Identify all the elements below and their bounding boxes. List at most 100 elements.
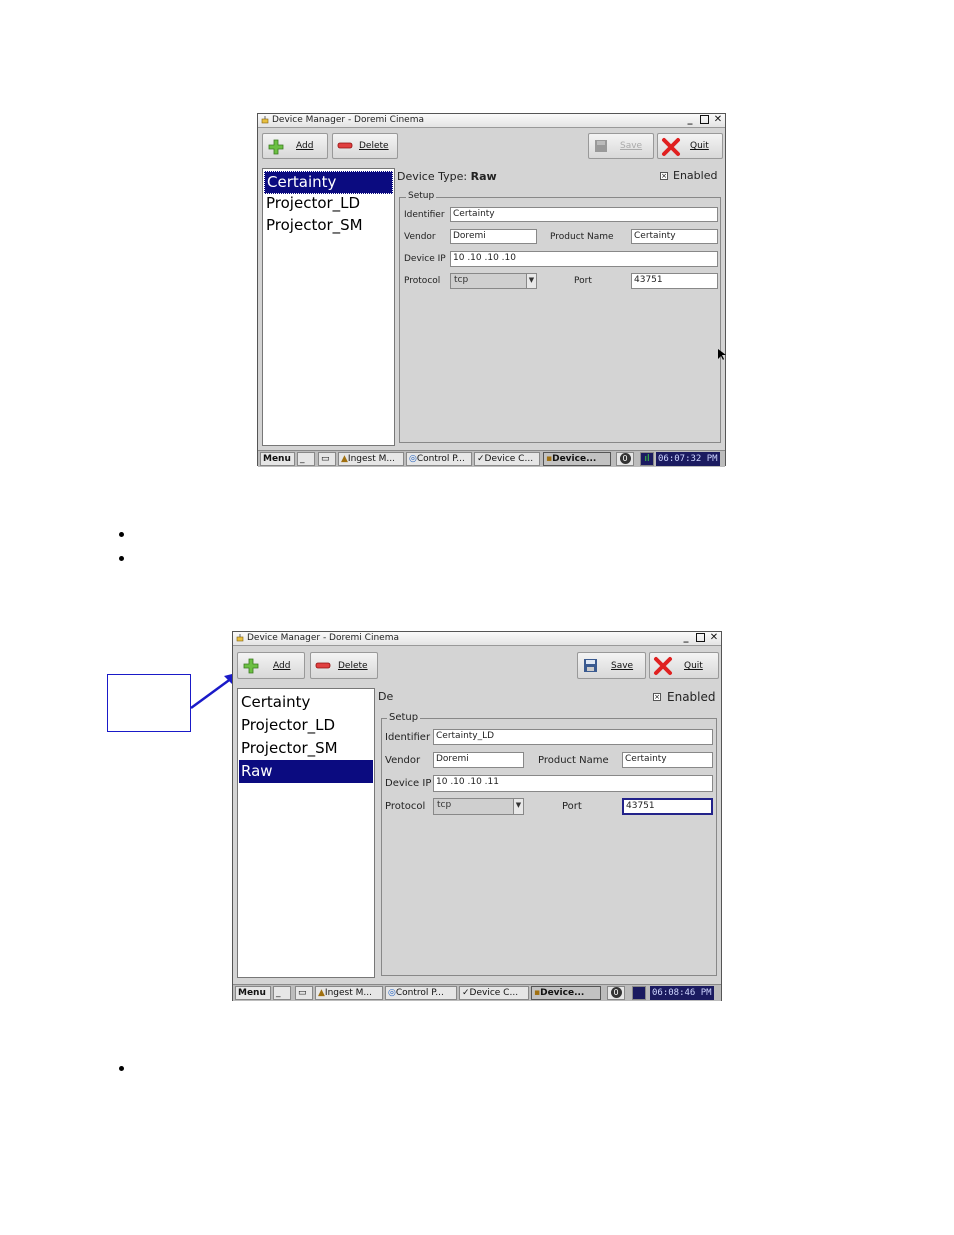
callout-box	[107, 674, 191, 732]
window-title: Device Manager - Doremi Cinema	[247, 633, 399, 643]
port-label: Port	[562, 801, 582, 812]
protocol-select[interactable]: tcp ▼	[450, 273, 537, 289]
product-name-field[interactable]: Certainty	[622, 752, 713, 768]
save-label: Save	[611, 661, 634, 671]
list-item-projector-sm[interactable]: Projector_SM	[239, 737, 373, 760]
add-button[interactable]: Add	[237, 652, 305, 679]
chevron-down-icon[interactable]: ▼	[513, 799, 523, 814]
vendor-field[interactable]: Doremi	[433, 752, 524, 768]
list-item-raw[interactable]: Raw	[239, 760, 373, 783]
floppy-disk-icon	[584, 659, 597, 672]
delete-label: Delete	[338, 661, 368, 671]
task-device-c[interactable]: ✓Device C...	[459, 986, 529, 1000]
list-item-projector-sm[interactable]: Projector_SM	[264, 215, 393, 236]
protocol-value: tcp	[454, 275, 469, 285]
maximize-icon[interactable]	[695, 633, 705, 643]
port-field[interactable]: 43751	[631, 273, 718, 289]
device-manager-window-1: Device Manager - Doremi Cinema _ ✕ Add D…	[257, 113, 726, 467]
port-field[interactable]: 43751	[622, 798, 713, 815]
product-name-field[interactable]: Certainty	[631, 229, 718, 244]
delete-button[interactable]: Delete	[310, 652, 378, 679]
delete-button[interactable]: Delete	[332, 133, 398, 159]
clock: 06:08:46 PM	[650, 986, 714, 1000]
device-type-value: Raw	[470, 170, 497, 183]
save-label: Save	[620, 141, 643, 151]
info-icon[interactable]: 0	[616, 452, 634, 466]
menu-button[interactable]: Menu	[235, 986, 271, 1000]
taskbar: Menu _ ▭ ▲Ingest M... ◎Control P... ✓Dev…	[258, 450, 725, 467]
taskbar: Menu _ ▭ ▲Ingest M... ◎Control P... ✓Dev…	[233, 984, 721, 1001]
app-icon	[261, 116, 269, 124]
identifier-field[interactable]: Certainty	[450, 207, 718, 222]
save-button[interactable]: Save	[588, 133, 654, 159]
title-bar[interactable]: Device Manager - Doremi Cinema _ ✕	[258, 114, 725, 128]
quit-button[interactable]: Quit	[649, 652, 719, 679]
clock: 06:07:32 PM	[656, 452, 720, 466]
bullet-1	[119, 532, 124, 537]
task-ingest[interactable]: ▲Ingest M...	[338, 452, 404, 466]
vendor-label: Vendor	[404, 232, 436, 242]
save-button[interactable]: Save	[577, 652, 646, 679]
minimize-all-button[interactable]: _	[273, 986, 291, 1000]
close-icon[interactable]: ✕	[709, 633, 719, 643]
identifier-label: Identifier	[404, 210, 445, 220]
lock-icon: ▲	[318, 988, 325, 998]
device-list[interactable]: Certainty Projector_LD Projector_SM	[262, 168, 395, 446]
keyboard-icon[interactable]: ▭	[295, 986, 313, 1000]
list-item-projector-ld[interactable]: Projector_LD	[239, 714, 373, 737]
minimize-icon[interactable]: _	[681, 633, 691, 643]
device-ip-label: Device IP	[404, 254, 446, 264]
quit-label: Quit	[690, 141, 709, 151]
list-item-certainty[interactable]: Certainty	[239, 691, 373, 714]
minus-icon	[315, 662, 331, 669]
device-type-label: De	[378, 690, 394, 703]
device-list[interactable]: Certainty Projector_LD Projector_SM Raw	[237, 688, 375, 978]
lock-icon: ▲	[341, 454, 348, 464]
quit-button[interactable]: Quit	[657, 133, 723, 159]
add-label: Add	[273, 661, 291, 671]
minus-icon	[337, 142, 353, 149]
refresh-icon: ◎	[388, 988, 396, 998]
minimize-all-button[interactable]: _	[297, 452, 315, 466]
device-type-label: Device Type: Raw	[397, 170, 497, 183]
quit-label: Quit	[684, 661, 703, 671]
protocol-label: Protocol	[404, 276, 441, 286]
device-ip-field[interactable]: 10 .10 .10 .11	[433, 775, 713, 792]
chevron-down-icon[interactable]: ▼	[526, 274, 536, 288]
setup-label: Setup	[387, 712, 421, 723]
minimize-icon[interactable]: _	[685, 115, 695, 125]
info-icon[interactable]: 0	[607, 986, 625, 1000]
check-icon: ✓	[462, 988, 470, 998]
protocol-value: tcp	[437, 800, 452, 810]
list-item-certainty[interactable]: Certainty	[264, 171, 393, 194]
enabled-checkbox[interactable]: ×	[660, 172, 668, 180]
title-bar[interactable]: Device Manager - Doremi Cinema _ ✕	[233, 632, 721, 646]
enabled-label: Enabled	[667, 690, 716, 704]
app-icon	[236, 634, 244, 642]
protocol-select[interactable]: tcp ▼	[433, 798, 524, 815]
add-label: Add	[296, 141, 314, 151]
task-device-active[interactable]: ▪Device...	[543, 452, 611, 466]
keyboard-icon[interactable]: ▭	[318, 452, 336, 466]
product-name-label: Product Name	[538, 755, 609, 766]
port-label: Port	[574, 276, 592, 286]
task-device-c[interactable]: ✓Device C...	[474, 452, 540, 466]
device-ip-field[interactable]: 10 .10 .10 .10	[450, 251, 718, 267]
task-ingest[interactable]: ▲Ingest M...	[315, 986, 383, 1000]
enabled-label: Enabled	[673, 169, 718, 182]
maximize-icon[interactable]	[699, 115, 709, 125]
device-manager-window-2: Device Manager - Doremi Cinema _ ✕ Add D…	[232, 631, 722, 1001]
floppy-disk-icon	[595, 140, 607, 152]
bullet-2	[119, 556, 124, 561]
close-icon[interactable]: ✕	[713, 115, 723, 125]
add-button[interactable]: Add	[262, 133, 328, 159]
vendor-field[interactable]: Doremi	[450, 229, 537, 244]
plus-icon	[243, 658, 259, 674]
task-control[interactable]: ◎Control P...	[385, 986, 457, 1000]
enabled-checkbox[interactable]: ×	[653, 693, 661, 701]
task-device-active[interactable]: ▪Device...	[531, 986, 601, 1000]
menu-button[interactable]: Menu	[260, 452, 295, 466]
list-item-projector-ld[interactable]: Projector_LD	[264, 193, 393, 214]
identifier-field[interactable]: Certainty_LD	[433, 729, 713, 745]
task-control[interactable]: ◎Control P...	[406, 452, 472, 466]
